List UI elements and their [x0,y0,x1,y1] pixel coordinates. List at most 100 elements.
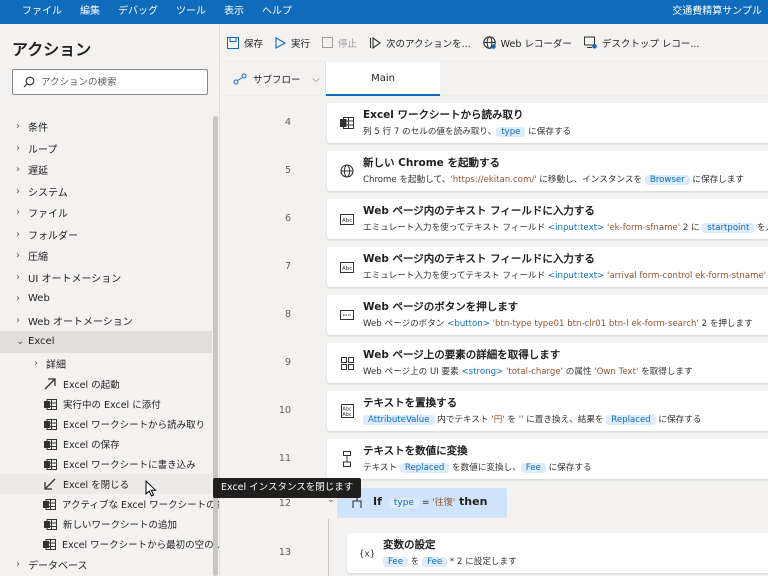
run-button[interactable]: 実行 [269,24,316,62]
chevron-right-icon: › [16,271,20,283]
line-number: 5 [284,165,291,176]
action-excel-close[interactable]: Excel を閉じる [0,474,212,494]
action-title: テキストを置換する [363,397,458,409]
action-description: エミュレート入力を使ってテキスト フィールド <input:text> 'arr… [363,271,767,281]
stop-icon [322,37,334,48]
action-excel-attach[interactable]: 実行中の Excel に添付 [0,394,212,414]
text-field-icon: Abc [339,259,355,275]
nesting-guide-line [328,519,329,576]
tree-node-delay[interactable]: › 遅延 [0,159,212,181]
chevron-right-icon: › [16,142,20,154]
action-excel-add-sheet[interactable]: 新しいワークシートの追加 [0,514,212,534]
tree-node-conditions[interactable]: › 条件 [0,116,212,138]
action-card[interactable]: Abc Abc テキストを置換する AttributeValue 内でテキスト '… [327,391,768,431]
stop-button[interactable]: 停止 [316,24,363,62]
action-title: 変数の設定 [383,539,436,551]
chevron-down-icon: ⌄ [16,336,25,348]
action-title: 新しい Chrome を起動する [363,157,500,169]
chevron-right-icon: › [16,559,20,571]
flow-step-11: 11 テキストを数値に変換 テキスト Replaced を数値に変換し、 Fee … [221,435,768,483]
action-card[interactable]: 新しい Chrome を起動する Chrome を起動して、'https://e… [327,151,768,191]
chevron-right-icon: › [16,207,20,219]
web-recorder-button[interactable]: Web レコーダー [477,24,578,62]
flow-step-6: 6 Abc Web ページ内のテキスト フィールドに入力する エミュレート入力を… [221,195,768,243]
action-description: Web ページのボタン <button> 'btn-type type01 bt… [363,319,753,329]
tree-node-ui-automation[interactable]: › UI オートメーション [0,267,212,289]
if-block[interactable]: If type = '往復' then [337,488,507,518]
tree-node-database[interactable]: › データベース [0,554,212,576]
menu-view[interactable]: 表示 [215,0,253,24]
globe-icon [482,36,496,49]
run-next-action-button[interactable]: 次のアクションを... [363,24,477,62]
action-excel-first-empty[interactable]: Excel ワークシートから最初の空の... [0,534,219,554]
flow-step-10: 10 Abc Abc テキストを置換する AttributeValue 内でテキス… [221,387,768,435]
variable-token: Replaced [399,463,450,473]
desktop-recorder-button[interactable]: デスクトップ レコー... [578,24,706,62]
tree-node-web[interactable]: › Web [0,288,212,310]
menu-edit[interactable]: 編集 [71,0,109,24]
replace-text-icon: Abc Abc [339,403,355,419]
menu-file[interactable]: ファイル [0,0,71,24]
button-icon [339,307,355,323]
tree-node-excel[interactable]: ⌄ Excel [0,331,212,353]
window-title: 交通費精算サンプル [672,6,762,17]
tree-node-loops[interactable]: › ループ [0,138,212,160]
action-excel-write[interactable]: Excel ワークシートに書き込み [0,454,212,474]
tree-node-file[interactable]: › ファイル [0,202,212,224]
chevron-right-icon: › [16,314,20,326]
action-card[interactable]: Web ページのボタンを押します Web ページのボタン <button> 'b… [327,295,768,335]
action-title: Web ページ内のテキスト フィールドに入力する [363,253,595,265]
tab-main[interactable]: Main [326,62,440,96]
action-description: エミュレート入力を使ってテキスト フィールド <input:text> 'ek-… [363,223,768,233]
action-excel-read[interactable]: Excel ワークシートから読み取り [0,414,212,434]
action-excel-set-active-sheet[interactable]: アクティブな Excel ワークシートの設定 [0,494,219,514]
action-search-input[interactable] [41,76,201,88]
save-button[interactable]: 保存 [221,24,269,62]
globe-icon [339,163,355,179]
flow-step-9: 9 Web ページ上の要素の詳細を取得します Web ページ上の UI 要素 <… [221,339,768,387]
flow-step-8: 8 Web ページのボタンを押します Web ページのボタン <button> … [221,291,768,339]
action-tree: › 条件 › ループ › 遅延 › システム › ファイル › フォルダー › 圧縮 › UI … [0,116,219,576]
action-card[interactable]: Excel ワークシートから読み取り 列 5 行 7 のセルの値を読み取り、 ty… [327,103,768,143]
arrow-up-right-icon [43,378,57,390]
menu-bar: ファイル 編集 デバッグ ツール 表示 ヘルプ 交通費精算サンプル [0,0,768,24]
variable-icon: {x} [359,545,377,561]
action-card[interactable]: Abc Web ページ内のテキスト フィールドに入力する エミュレート入力を使っ… [327,199,768,239]
tree-node-compression[interactable]: › 圧縮 [0,245,212,267]
menu-debug[interactable]: デバッグ [109,0,167,24]
menu-help[interactable]: ヘルプ [253,0,301,24]
tree-node-web-automation[interactable]: › Web オートメーション [0,310,212,332]
actions-scrollbar[interactable] [213,116,218,576]
line-number: 12 [278,498,291,509]
tree-node-excel-advanced[interactable]: › 詳細 [0,353,212,375]
action-excel-launch[interactable]: Excel の起動 [0,374,212,394]
action-title: Web ページのボタンを押します [363,301,519,313]
chevron-right-icon: › [16,250,20,262]
chevron-right-icon: › [16,121,20,133]
flow-tabs: サブフロー ⌵ Main [221,62,768,96]
variable-token: type [388,498,419,508]
action-tooltip: Excel インスタンスを閉じます [213,478,362,498]
variable-token: startpoint [702,223,755,233]
excel-sheet-icon [339,115,355,131]
step-next-icon [369,36,381,49]
variable-token: Browser [644,175,690,185]
action-search-box[interactable] [12,69,208,95]
line-number: 7 [284,261,291,272]
tree-node-system[interactable]: › システム [0,181,212,203]
action-excel-save[interactable]: Excel の保存 [0,434,212,454]
subflow-dropdown[interactable]: サブフロー ⌵ [233,62,320,96]
tree-node-folder[interactable]: › フォルダー [0,224,212,246]
action-card[interactable]: テキストを数値に変換 テキスト Replaced を数値に変換し、 Fee に保存… [327,439,768,479]
chevron-down-icon: ⌵ [312,73,320,85]
mouse-cursor-icon [145,480,157,497]
variable-token: AttributeValue [363,415,435,425]
action-card[interactable]: Abc Web ページ内のテキスト フィールドに入力する エミュレート入力を使っ… [327,247,768,287]
convert-number-icon [339,451,355,467]
action-title: テキストを数値に変換 [363,445,468,457]
svg-text:Abc: Abc [342,218,352,224]
action-card[interactable]: {x} 変数の設定 Fee を Fee * 2 に設定します [347,533,768,573]
action-card[interactable]: Web ページ上の要素の詳細を取得します Web ページ上の UI 要素 <st… [327,343,768,383]
action-title: Web ページ内のテキスト フィールドに入力する [363,205,595,217]
menu-tools[interactable]: ツール [167,0,215,24]
